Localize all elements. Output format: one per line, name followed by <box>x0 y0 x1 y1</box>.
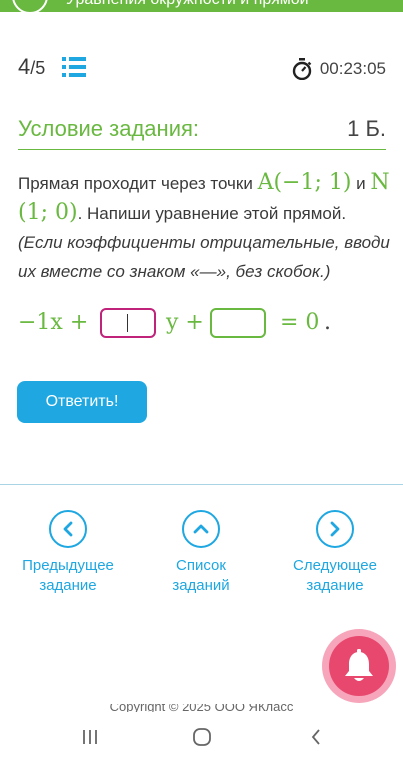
prev-task-label: Предыдущее задание <box>8 556 128 596</box>
point-n-coords: (1; 0) <box>18 200 78 225</box>
copyright: Copyright © 2025 ООО ЯКласс <box>0 704 403 712</box>
coefficient-input-wrapper <box>100 308 156 338</box>
list-icon[interactable] <box>62 56 86 78</box>
copyright-text: Copyright © 2025 ООО ЯКласс <box>109 704 294 712</box>
next-task-line2: задание <box>306 577 364 594</box>
task-hint: (Если коэффициенты отрицательные, вводи … <box>18 233 390 281</box>
task-conj: и <box>351 174 371 193</box>
prev-task-button[interactable]: Предыдущее задание <box>8 510 128 596</box>
task-total: 5 <box>35 58 46 78</box>
task-list-button[interactable]: Список заданий <box>141 510 261 596</box>
task-text: Прямая проходит через точки A(−1; 1) и N… <box>18 168 390 286</box>
back-icon[interactable] <box>304 726 328 748</box>
answer-button[interactable]: Ответить! <box>17 381 147 423</box>
point-a: A(−1; 1) <box>257 170 352 195</box>
progress-row: 4/5 00:23:05 <box>18 52 386 84</box>
app-header: Уравнения окружности и прямой <box>0 0 403 12</box>
task-counter: 4/5 <box>18 54 45 80</box>
equation-term2: y + <box>166 310 204 335</box>
back-arrow-icon[interactable] <box>12 0 48 12</box>
bell-icon <box>345 649 373 681</box>
task-list-label: Список заданий <box>141 556 261 596</box>
equation-period: . <box>324 310 331 335</box>
notifications-button[interactable] <box>322 629 396 703</box>
coefficient-input[interactable] <box>100 308 156 338</box>
prev-task-line1: Предыдущее <box>22 557 114 574</box>
condition-title: Условие задания: <box>18 116 200 141</box>
equation-term1: −1x + <box>18 310 89 335</box>
stopwatch-icon <box>292 58 312 80</box>
equation-rhs: = 0 <box>280 310 320 335</box>
timer-value: 00:23:05 <box>319 59 386 78</box>
task-text-before: Прямая проходит через точки <box>18 174 258 193</box>
next-task-label: Следующее задание <box>275 556 395 596</box>
chevron-up-icon <box>182 510 220 548</box>
text-caret <box>127 314 128 332</box>
system-nav-bar <box>0 712 403 761</box>
chevron-right-icon <box>316 510 354 548</box>
bell-icon-wrapper <box>329 636 389 696</box>
divider <box>0 484 403 485</box>
prev-task-line2: задание <box>39 577 97 594</box>
timer: 00:23:05 <box>292 58 386 80</box>
task-text-after: . Напиши уравнение этой прямой. <box>77 204 347 223</box>
equation: −1x + y + = 0 . <box>18 308 388 344</box>
point-n-letter: N <box>370 170 390 195</box>
task-list-line2: заданий <box>172 577 230 594</box>
condition-header: Условие задания: 1 Б. <box>18 116 386 150</box>
constant-input[interactable] <box>210 308 266 338</box>
task-list-line1: Список <box>176 557 226 574</box>
chevron-left-icon <box>49 510 87 548</box>
recents-icon[interactable] <box>78 726 102 748</box>
home-icon[interactable] <box>190 726 214 748</box>
task-current: 4 <box>18 54 31 79</box>
next-task-button[interactable]: Следующее задание <box>275 510 395 596</box>
lesson-title: Уравнения окружности и прямой <box>66 0 309 9</box>
next-task-line1: Следующее <box>293 557 377 574</box>
points-label: 1 Б. <box>347 116 386 141</box>
